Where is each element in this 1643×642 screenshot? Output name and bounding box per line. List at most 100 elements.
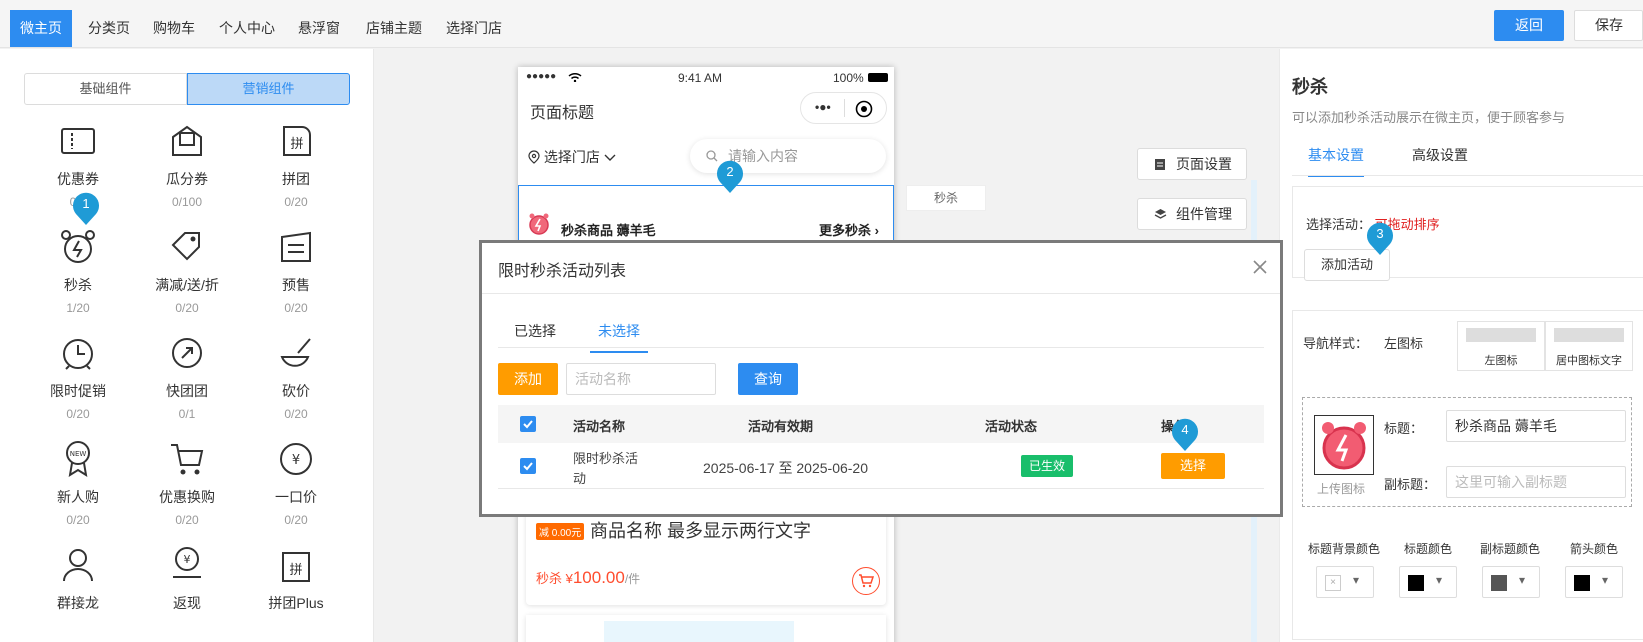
back-button[interactable]: 返回 — [1494, 10, 1564, 41]
step-number: 4 — [1181, 422, 1189, 437]
component-cashback[interactable]: ¥ 返现 — [132, 543, 242, 613]
alarm-preview-icon — [1322, 422, 1366, 470]
basic-components-tab[interactable]: 基础组件 — [24, 73, 187, 105]
tab-basic-settings[interactable]: 基本设置 — [1308, 145, 1364, 177]
component-count: 0/20 — [175, 513, 199, 527]
chevron-down-icon: ▾ — [1519, 573, 1526, 587]
bargain-icon — [280, 338, 311, 367]
component-presale[interactable]: 预售 0/20 — [241, 225, 351, 315]
component-name: 一口价 — [275, 489, 317, 505]
close-icon[interactable] — [1250, 257, 1270, 277]
select-button[interactable]: 选择 — [1161, 453, 1225, 479]
upload-icon-button[interactable] — [1314, 415, 1374, 475]
component-manage-button[interactable]: 组件管理 — [1137, 198, 1247, 230]
subtitle-input[interactable]: 这里可输入副标题 — [1446, 466, 1626, 498]
component-seckill[interactable]: 秒杀 1/20 — [23, 225, 133, 315]
select-all-checkbox[interactable] — [520, 416, 536, 432]
table-header: 活动名称 活动有效期 活动状态 操作 — [498, 405, 1264, 443]
seckill-activity-modal: 限时秒杀活动列表 已选择 未选择 添加 活动名称 查询 活动名称 活动有效期 活… — [479, 240, 1283, 517]
tab-store-theme[interactable]: 店铺主题 — [356, 10, 432, 47]
component-count: 0/20 — [284, 407, 308, 421]
tab-divider — [1292, 175, 1643, 176]
more-seckill-link[interactable]: 更多秒杀 › — [819, 220, 879, 239]
component-manage-label: 组件管理 — [1176, 206, 1232, 222]
page-settings-label: 页面设置 — [1176, 156, 1232, 172]
clock-icon — [63, 339, 93, 370]
more-seckill-label: 更多秒杀 — [819, 223, 872, 238]
tab-cart[interactable]: 购物车 — [143, 10, 205, 47]
close-target-icon[interactable] — [855, 100, 873, 118]
settings-title: 秒杀 — [1292, 77, 1328, 97]
product-name: 商品名称 最多显示两行文字 — [590, 521, 811, 541]
subtitle-color-picker[interactable]: ▾ — [1482, 566, 1540, 598]
upload-icon-label: 上传图标 — [1317, 482, 1366, 496]
settings-description: 可以添加秒杀活动展示在微主页，便于顾客参与 — [1292, 110, 1566, 125]
component-newcomer[interactable]: NEW 新人购 0/20 — [23, 437, 133, 527]
title-input[interactable]: 秒杀商品 薅羊毛 — [1446, 410, 1626, 442]
component-discount[interactable]: 满减/送/折 0/20 — [132, 225, 242, 315]
component-flash-promo[interactable]: 限时促销 0/20 — [23, 331, 133, 421]
group-buy-icon: 拼 — [283, 126, 311, 156]
title-color-picker[interactable]: ▾ — [1399, 566, 1457, 598]
save-button[interactable]: 保存 — [1574, 10, 1643, 41]
add-button[interactable]: 添加 — [498, 363, 558, 395]
store-selector[interactable]: 选择门店 — [528, 147, 616, 167]
nav-option-left-icon[interactable]: 左图标 — [1457, 321, 1545, 371]
arrow-color-picker[interactable]: ▾ — [1565, 566, 1623, 598]
seckill-component-preview[interactable]: 秒杀商品 薅羊毛 更多秒杀 › — [518, 185, 894, 245]
svg-text:拼: 拼 — [289, 563, 302, 578]
component-bargain[interactable]: 砍价 0/20 — [241, 331, 351, 421]
component-group-buy[interactable]: 拼 拼团 0/20 — [241, 119, 351, 209]
step-number: 1 — [82, 196, 90, 211]
empty-color-swatch: × — [1325, 575, 1341, 591]
battery-icon — [868, 73, 888, 82]
row-checkbox[interactable] — [520, 458, 536, 474]
component-count: 1/20 — [66, 301, 90, 315]
activity-name-line1: 限时秒杀活 — [573, 451, 639, 466]
column-validity-period: 活动有效期 — [748, 419, 814, 434]
color-swatch — [1574, 575, 1590, 591]
tab-personal-center[interactable]: 个人中心 — [209, 10, 285, 47]
marketing-components-tab[interactable]: 营销组件 — [187, 73, 350, 105]
svg-text:NEW: NEW — [70, 450, 87, 458]
component-name: 拼团Plus — [268, 595, 324, 611]
component-fixed-price[interactable]: ¥ 一口价 0/20 — [241, 437, 351, 527]
add-to-cart-button[interactable] — [852, 567, 880, 595]
component-name: 优惠券 — [57, 171, 99, 187]
coupon-icon — [61, 128, 95, 154]
component-split-coupon[interactable]: 瓜分券 0/100 — [132, 119, 242, 209]
chevron-down-icon: ▾ — [1602, 573, 1609, 587]
page-settings-button[interactable]: 页面设置 — [1137, 148, 1247, 180]
tab-advanced-settings[interactable]: 高级设置 — [1412, 145, 1468, 175]
product-price: 秒杀 ¥100.00/件 — [536, 568, 640, 588]
price-unit: /件 — [624, 572, 641, 586]
tab-micro-home[interactable]: 微主页 — [10, 10, 72, 47]
component-name: 秒杀 — [64, 277, 92, 293]
more-dots-icon[interactable]: •●• — [815, 100, 831, 114]
location-pin-icon — [528, 150, 540, 164]
component-group-chain[interactable]: 群接龙 — [23, 543, 133, 613]
activity-name-input[interactable]: 活动名称 — [566, 363, 716, 395]
status-bar: ●●●●● 9:41 AM 100% — [518, 67, 894, 89]
product-card-second[interactable] — [526, 615, 886, 642]
title-bg-color-picker[interactable]: × ▾ — [1316, 566, 1374, 598]
modal-tab-divider — [498, 347, 1264, 348]
tab-floating-window[interactable]: 悬浮窗 — [288, 10, 350, 47]
product-card[interactable]: 减 0.00元 商品名称 最多显示两行文字 秒杀 ¥100.00/件 — [526, 505, 886, 605]
query-button[interactable]: 查询 — [738, 363, 798, 395]
nav-option-center-icon[interactable]: 居中图标文字 — [1545, 321, 1633, 371]
product-image — [604, 621, 794, 642]
battery-percent: 100% — [833, 71, 864, 85]
component-group-plus[interactable]: 拼 拼团Plus — [241, 543, 351, 613]
tab-unselected[interactable]: 未选择 — [590, 321, 648, 353]
arrow-color-label: 箭头颜色 — [1570, 542, 1619, 556]
component-name: 快团团 — [166, 383, 208, 399]
yen-circle-icon: ¥ — [280, 443, 312, 475]
component-name: 返现 — [173, 595, 201, 611]
component-name: 预售 — [282, 277, 310, 293]
component-quick-group[interactable]: 快团团 0/1 — [132, 331, 242, 421]
tab-category-page[interactable]: 分类页 — [78, 10, 140, 47]
component-exchange[interactable]: 优惠换购 0/20 — [132, 437, 242, 527]
tab-select-store[interactable]: 选择门店 — [436, 10, 512, 47]
new-badge-icon: NEW — [66, 441, 90, 478]
